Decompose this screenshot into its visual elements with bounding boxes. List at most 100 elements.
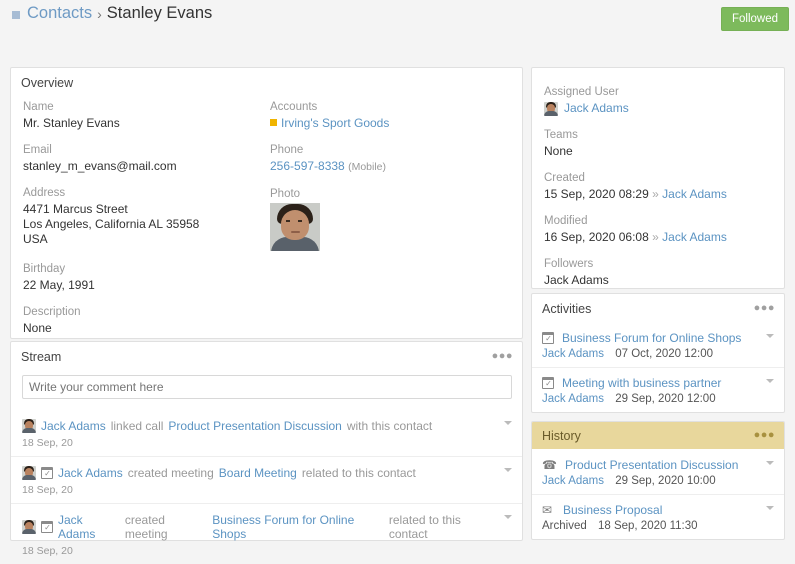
comment-input[interactable] bbox=[22, 375, 512, 399]
stream-date: 18 Sep, 20 bbox=[22, 545, 73, 557]
history-name-link[interactable]: Product Presentation Discussion bbox=[565, 458, 738, 472]
activities-list: Business Forum for Online Shops Jack Ada… bbox=[532, 323, 784, 412]
modified-timestamp: 16 Sep, 2020 06:08 bbox=[544, 230, 649, 244]
field-assigned-user: Assigned User Jack Adams bbox=[544, 86, 776, 116]
breadcrumb-link-contacts[interactable]: Contacts bbox=[27, 4, 92, 23]
stream-subject-link[interactable]: Product Presentation Discussion bbox=[168, 419, 341, 433]
chevron-down-icon[interactable] bbox=[766, 334, 774, 338]
stream-tail: with this contact bbox=[346, 419, 433, 433]
stream-author[interactable]: Jack Adams bbox=[41, 419, 106, 433]
activities-panel: Activities ●●● Business Forum for Online… bbox=[531, 293, 785, 413]
field-value-description: None bbox=[23, 321, 52, 335]
field-value-teams: None bbox=[544, 144, 573, 158]
history-datetime: 29 Sep, 2020 10:00 bbox=[615, 475, 716, 487]
stream-menu-icon[interactable]: ●●● bbox=[492, 351, 513, 362]
field-photo: Photo bbox=[270, 188, 515, 251]
history-title: History bbox=[542, 429, 581, 443]
chevron-down-icon[interactable] bbox=[504, 468, 512, 472]
created-timestamp: 15 Sep, 2020 08:29 bbox=[544, 187, 649, 201]
breadcrumb-separator: › bbox=[97, 5, 102, 22]
avatar bbox=[22, 466, 36, 480]
field-phone: Phone 256-597-8338 (Mobile) bbox=[270, 144, 515, 175]
stream-author[interactable]: Jack Adams bbox=[58, 466, 123, 480]
field-name: Name Mr. Stanley Evans bbox=[23, 101, 268, 131]
field-label-modified: Modified bbox=[544, 215, 588, 227]
stream-action: created meeting bbox=[127, 466, 214, 480]
field-label-description: Description bbox=[23, 306, 81, 318]
followed-button[interactable]: Followed bbox=[720, 7, 789, 31]
field-address: Address 4471 Marcus Street Los Angeles, … bbox=[23, 187, 268, 247]
list-item: ☎ Product Presentation Discussion Jack A… bbox=[532, 450, 784, 494]
field-value-created: 15 Sep, 2020 08:29 » Jack Adams bbox=[544, 187, 776, 202]
activities-menu-icon[interactable]: ●●● bbox=[754, 303, 775, 314]
stream-date: 18 Sep, 20 bbox=[22, 437, 73, 449]
stream-list: Jack Adams linked call Product Presentat… bbox=[11, 410, 522, 564]
avatar bbox=[22, 520, 36, 534]
stream-tail: related to this contact bbox=[388, 513, 461, 541]
account-link[interactable]: Irving's Sport Goods bbox=[281, 116, 389, 130]
stream-subject-link[interactable]: Business Forum for Online Shops bbox=[212, 513, 384, 541]
field-value-assigned-user: Jack Adams bbox=[544, 101, 776, 116]
activity-name-link[interactable]: Business Forum for Online Shops bbox=[562, 331, 741, 345]
stream-action: created meeting bbox=[124, 513, 168, 541]
field-label-accounts: Accounts bbox=[270, 101, 318, 113]
field-created: Created 15 Sep, 2020 08:29 » Jack Adams bbox=[544, 172, 776, 202]
history-name-link[interactable]: Business Proposal bbox=[563, 503, 662, 517]
stream-author[interactable]: Jack Adams bbox=[58, 513, 120, 541]
stream-subject-link[interactable]: Board Meeting bbox=[219, 466, 297, 480]
field-value-name: Mr. Stanley Evans bbox=[23, 116, 120, 130]
contacts-module-icon bbox=[12, 10, 20, 19]
field-value-phone: 256-597-8338 (Mobile) bbox=[270, 159, 515, 175]
overview-right-column: Accounts Irving's Sport Goods Phone 256-… bbox=[270, 101, 515, 264]
field-value-birthday: 22 May, 1991 bbox=[23, 278, 95, 292]
activities-title: Activities bbox=[542, 302, 592, 316]
created-by-link[interactable]: Jack Adams bbox=[662, 187, 727, 201]
modified-by-link[interactable]: Jack Adams bbox=[662, 230, 727, 244]
activity-assigned-user[interactable]: Jack Adams bbox=[542, 393, 604, 405]
history-status: Archived bbox=[542, 520, 587, 532]
contact-photo[interactable] bbox=[270, 203, 320, 251]
chevron-down-icon[interactable] bbox=[766, 379, 774, 383]
overview-title: Overview bbox=[21, 76, 74, 90]
field-accounts: Accounts Irving's Sport Goods bbox=[270, 101, 515, 131]
page-title: Stanley Evans bbox=[106, 4, 213, 22]
chevron-down-icon[interactable] bbox=[504, 515, 512, 519]
field-teams: Teams None bbox=[544, 129, 776, 159]
field-value-email[interactable]: stanley_m_evans@mail.com bbox=[23, 159, 268, 174]
history-header: History ●●● bbox=[532, 422, 784, 449]
activity-datetime: 07 Oct, 2020 12:00 bbox=[615, 348, 714, 360]
created-separator: » bbox=[652, 187, 659, 201]
chevron-down-icon[interactable] bbox=[766, 461, 774, 465]
phone-link[interactable]: 256-597-8338 bbox=[270, 159, 345, 173]
calendar-icon bbox=[542, 332, 554, 344]
field-birthday: Birthday 22 May, 1991 bbox=[23, 263, 268, 293]
phone-icon: ☎ bbox=[542, 458, 557, 472]
stream-tail: related to this contact bbox=[301, 466, 416, 480]
field-description: Description None bbox=[23, 306, 268, 336]
history-assigned-user[interactable]: Jack Adams bbox=[542, 475, 604, 487]
breadcrumb: Contacts › Stanley Evans bbox=[12, 4, 212, 23]
chevron-down-icon[interactable] bbox=[504, 421, 512, 425]
field-email: Email stanley_m_evans@mail.com bbox=[23, 144, 268, 174]
field-label-teams: Teams bbox=[544, 129, 578, 141]
field-followers: Followers Jack Adams bbox=[544, 258, 776, 288]
history-menu-icon[interactable]: ●●● bbox=[754, 430, 775, 441]
field-label-name: Name bbox=[23, 101, 54, 113]
list-item: Jack Adams linked call Product Presentat… bbox=[11, 410, 522, 456]
account-bullet-icon bbox=[270, 119, 277, 126]
field-label-email: Email bbox=[23, 144, 52, 156]
chevron-down-icon[interactable] bbox=[766, 506, 774, 510]
follower-link[interactable]: Jack Adams bbox=[544, 273, 776, 288]
calendar-icon bbox=[41, 521, 53, 533]
stream-title: Stream bbox=[21, 350, 62, 364]
history-list: ☎ Product Presentation Discussion Jack A… bbox=[532, 450, 784, 539]
avatar bbox=[22, 419, 36, 433]
field-label-photo: Photo bbox=[270, 188, 301, 200]
stream-date: 18 Sep, 20 bbox=[22, 484, 73, 496]
field-label-assigned-user: Assigned User bbox=[544, 86, 619, 98]
activity-assigned-user[interactable]: Jack Adams bbox=[542, 348, 604, 360]
activity-name-link[interactable]: Meeting with business partner bbox=[562, 376, 721, 390]
assigned-user-link[interactable]: Jack Adams bbox=[564, 101, 629, 116]
field-label-phone: Phone bbox=[270, 144, 304, 156]
list-item: Business Forum for Online Shops Jack Ada… bbox=[532, 323, 784, 367]
